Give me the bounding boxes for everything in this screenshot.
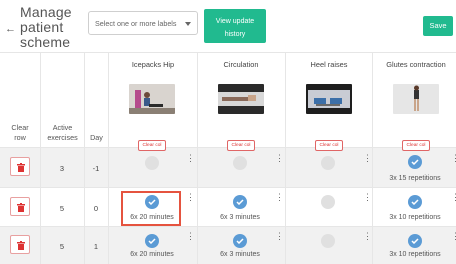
clear-row-header: Clear row — [0, 123, 40, 143]
exercise-check-on[interactable] — [145, 234, 159, 248]
header-line: Active — [52, 123, 73, 132]
clear-col-button[interactable]: Clear col — [402, 140, 430, 151]
exercise-thumbnail[interactable] — [306, 84, 352, 114]
grid-divider — [0, 226, 456, 227]
trash-icon — [17, 203, 25, 212]
caret-down-icon — [185, 22, 191, 26]
grid-divider — [285, 52, 286, 264]
check-icon — [236, 199, 244, 205]
more-vertical-icon[interactable]: ⋮ — [451, 154, 456, 168]
clear-row-button[interactable] — [10, 235, 30, 254]
heel-raises-image — [306, 84, 352, 114]
exercise-check-on[interactable] — [233, 234, 247, 248]
exercise-check-on[interactable] — [408, 195, 422, 209]
check-icon — [148, 199, 156, 205]
header-line: exercises — [47, 133, 78, 142]
view-update-history-button[interactable]: View update history — [204, 9, 266, 43]
dose-text: 6x 3 minutes — [220, 251, 260, 258]
more-vertical-icon[interactable]: ⋮ — [275, 232, 284, 246]
grid-divider — [372, 52, 373, 264]
grid-divider — [84, 52, 85, 264]
clear-col-button[interactable]: Clear col — [315, 140, 343, 151]
more-vertical-icon[interactable]: ⋮ — [363, 232, 372, 246]
grid-divider — [40, 52, 41, 264]
glutes-contraction-image — [393, 84, 439, 114]
day-number: -1 — [92, 164, 100, 173]
arrow-left-icon[interactable]: ← — [5, 23, 16, 35]
clear-row-button[interactable] — [10, 197, 30, 216]
more-vertical-icon[interactable]: ⋮ — [186, 154, 195, 168]
view-history-label: View update — [215, 18, 255, 25]
check-icon — [411, 199, 419, 205]
save-button[interactable]: Save — [423, 16, 453, 36]
check-icon — [411, 238, 419, 244]
page-title-line: Manage — [20, 4, 72, 20]
clear-col-button[interactable]: Clear col — [227, 140, 255, 151]
more-vertical-icon[interactable]: ⋮ — [451, 232, 456, 246]
check-icon — [148, 238, 156, 244]
more-vertical-icon[interactable]: ⋮ — [451, 193, 456, 207]
scheme-grid: Clear row Active exercises Day Icepacks … — [0, 52, 456, 264]
more-vertical-icon[interactable]: ⋮ — [275, 154, 284, 168]
grid-divider — [0, 52, 456, 53]
clear-row-button[interactable] — [10, 157, 30, 176]
exercise-thumbnail[interactable] — [218, 84, 264, 114]
icepacks-hip-image — [129, 84, 175, 114]
check-icon — [411, 159, 419, 165]
page-title-line: scheme — [20, 34, 71, 50]
exercise-check-on[interactable] — [408, 234, 422, 248]
exercise-check-off[interactable] — [233, 156, 247, 170]
page-title-line: patient — [20, 19, 64, 35]
more-vertical-icon[interactable]: ⋮ — [275, 193, 284, 207]
exercise-check-on[interactable] — [145, 195, 159, 209]
more-vertical-icon[interactable]: ⋮ — [186, 193, 195, 207]
active-count: 5 — [59, 242, 65, 251]
header: ← Manage patient scheme Select one or mo… — [0, 0, 456, 52]
day-number: 0 — [93, 204, 99, 213]
trash-icon — [17, 241, 25, 250]
check-icon — [236, 238, 244, 244]
exercise-thumbnail[interactable] — [129, 84, 175, 114]
more-vertical-icon[interactable]: ⋮ — [363, 154, 372, 168]
header-line: row — [14, 133, 26, 142]
exercise-check-off[interactable] — [321, 156, 335, 170]
exercise-check-off[interactable] — [321, 195, 335, 209]
exercise-name: Circulation — [223, 60, 259, 69]
day-number: 1 — [93, 242, 99, 251]
more-vertical-icon[interactable]: ⋮ — [186, 232, 195, 246]
labels-select[interactable]: Select one or more labels — [88, 11, 198, 35]
dose-text: 6x 20 minutes — [130, 214, 174, 221]
active-exercises-header: Active exercises — [41, 123, 84, 143]
grid-divider — [197, 52, 198, 264]
grid-divider — [108, 52, 109, 264]
dose-text: 6x 3 minutes — [220, 214, 260, 221]
dose-text: 3x 10 repetitions — [389, 214, 441, 221]
dose-text: 3x 10 repetitions — [389, 251, 441, 258]
patient-scheme-page: ← Manage patient scheme Select one or mo… — [0, 0, 456, 264]
active-count: 5 — [59, 204, 65, 213]
exercise-check-on[interactable] — [408, 155, 422, 169]
active-count: 3 — [59, 164, 65, 173]
exercise-name: Heel raises — [310, 60, 348, 69]
exercise-name: Glutes contraction — [386, 60, 446, 69]
circulation-image — [218, 84, 264, 114]
exercise-name: Icepacks Hip — [131, 60, 175, 69]
exercise-check-off[interactable] — [145, 156, 159, 170]
more-vertical-icon[interactable]: ⋮ — [363, 193, 372, 207]
grid-divider — [0, 187, 456, 188]
page-title: Manage patient scheme — [20, 5, 72, 50]
exercise-thumbnail[interactable] — [393, 84, 439, 114]
header-line: Clear — [11, 123, 29, 132]
trash-icon — [17, 163, 25, 172]
clear-col-button[interactable]: Clear col — [138, 140, 166, 151]
labels-select-placeholder: Select one or more labels — [95, 19, 177, 28]
view-history-label: history — [224, 31, 246, 38]
dose-text: 3x 15 repetitions — [389, 175, 441, 182]
day-header: Day — [90, 133, 103, 142]
exercise-check-off[interactable] — [321, 234, 335, 248]
exercise-check-on[interactable] — [233, 195, 247, 209]
dose-text: 6x 20 minutes — [130, 251, 174, 258]
